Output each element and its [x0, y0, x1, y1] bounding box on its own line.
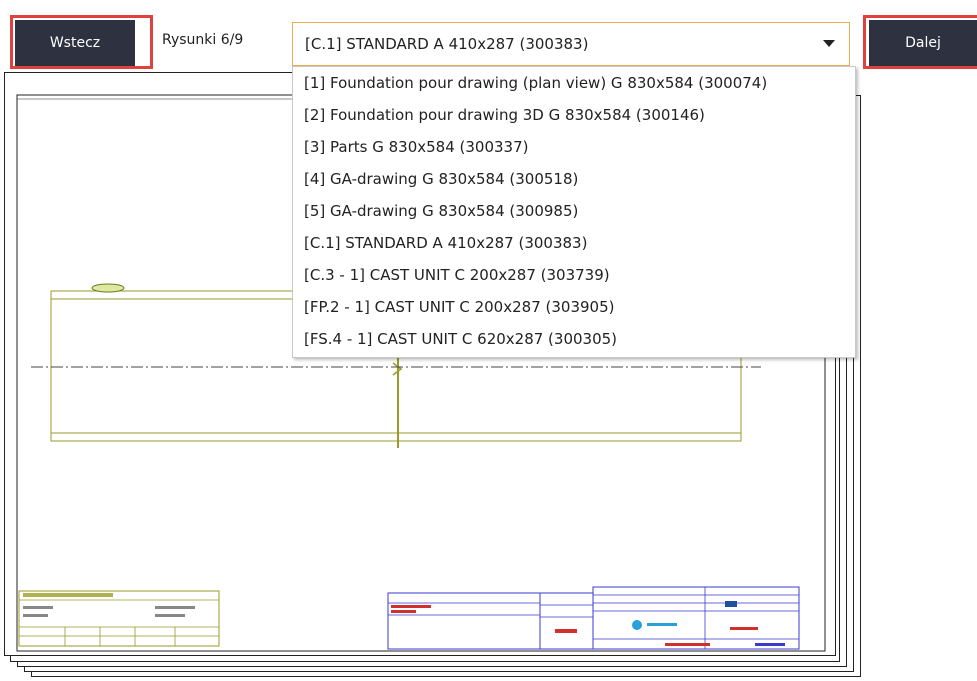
back-button[interactable]: Wstecz	[15, 20, 135, 66]
next-button[interactable]: Dalej	[869, 20, 977, 66]
dropdown-option[interactable]: [1] Foundation pour drawing (plan view) …	[293, 67, 855, 99]
dropdown-option[interactable]: [C.3 - 1] CAST UNIT C 200x287 (303739)	[293, 259, 855, 291]
drawing-counter: Rysunki 6/9	[162, 32, 244, 48]
dropdown-option[interactable]: [FS.4 - 1] CAST UNIT C 620x287 (300305)	[293, 323, 855, 355]
dropdown-option[interactable]: [3] Parts G 830x584 (300337)	[293, 131, 855, 163]
dropdown-option[interactable]: [2] Foundation pour drawing 3D G 830x584…	[293, 99, 855, 131]
chevron-down-icon[interactable]	[823, 40, 835, 47]
drawing-dropdown-list: [1] Foundation pour drawing (plan view) …	[292, 66, 856, 358]
drawing-select-value: [C.1] STANDARD A 410x287 (300383)	[305, 35, 589, 53]
dropdown-option[interactable]: [4] GA-drawing G 830x584 (300518)	[293, 163, 855, 195]
drawing-select[interactable]: [C.1] STANDARD A 410x287 (300383)	[292, 22, 850, 66]
dropdown-option[interactable]: [5] GA-drawing G 830x584 (300985)	[293, 195, 855, 227]
dropdown-option-selected[interactable]: [C.1] STANDARD A 410x287 (300383)	[293, 227, 855, 259]
dropdown-option[interactable]: [FP.2 - 1] CAST UNIT C 200x287 (303905)	[293, 291, 855, 323]
